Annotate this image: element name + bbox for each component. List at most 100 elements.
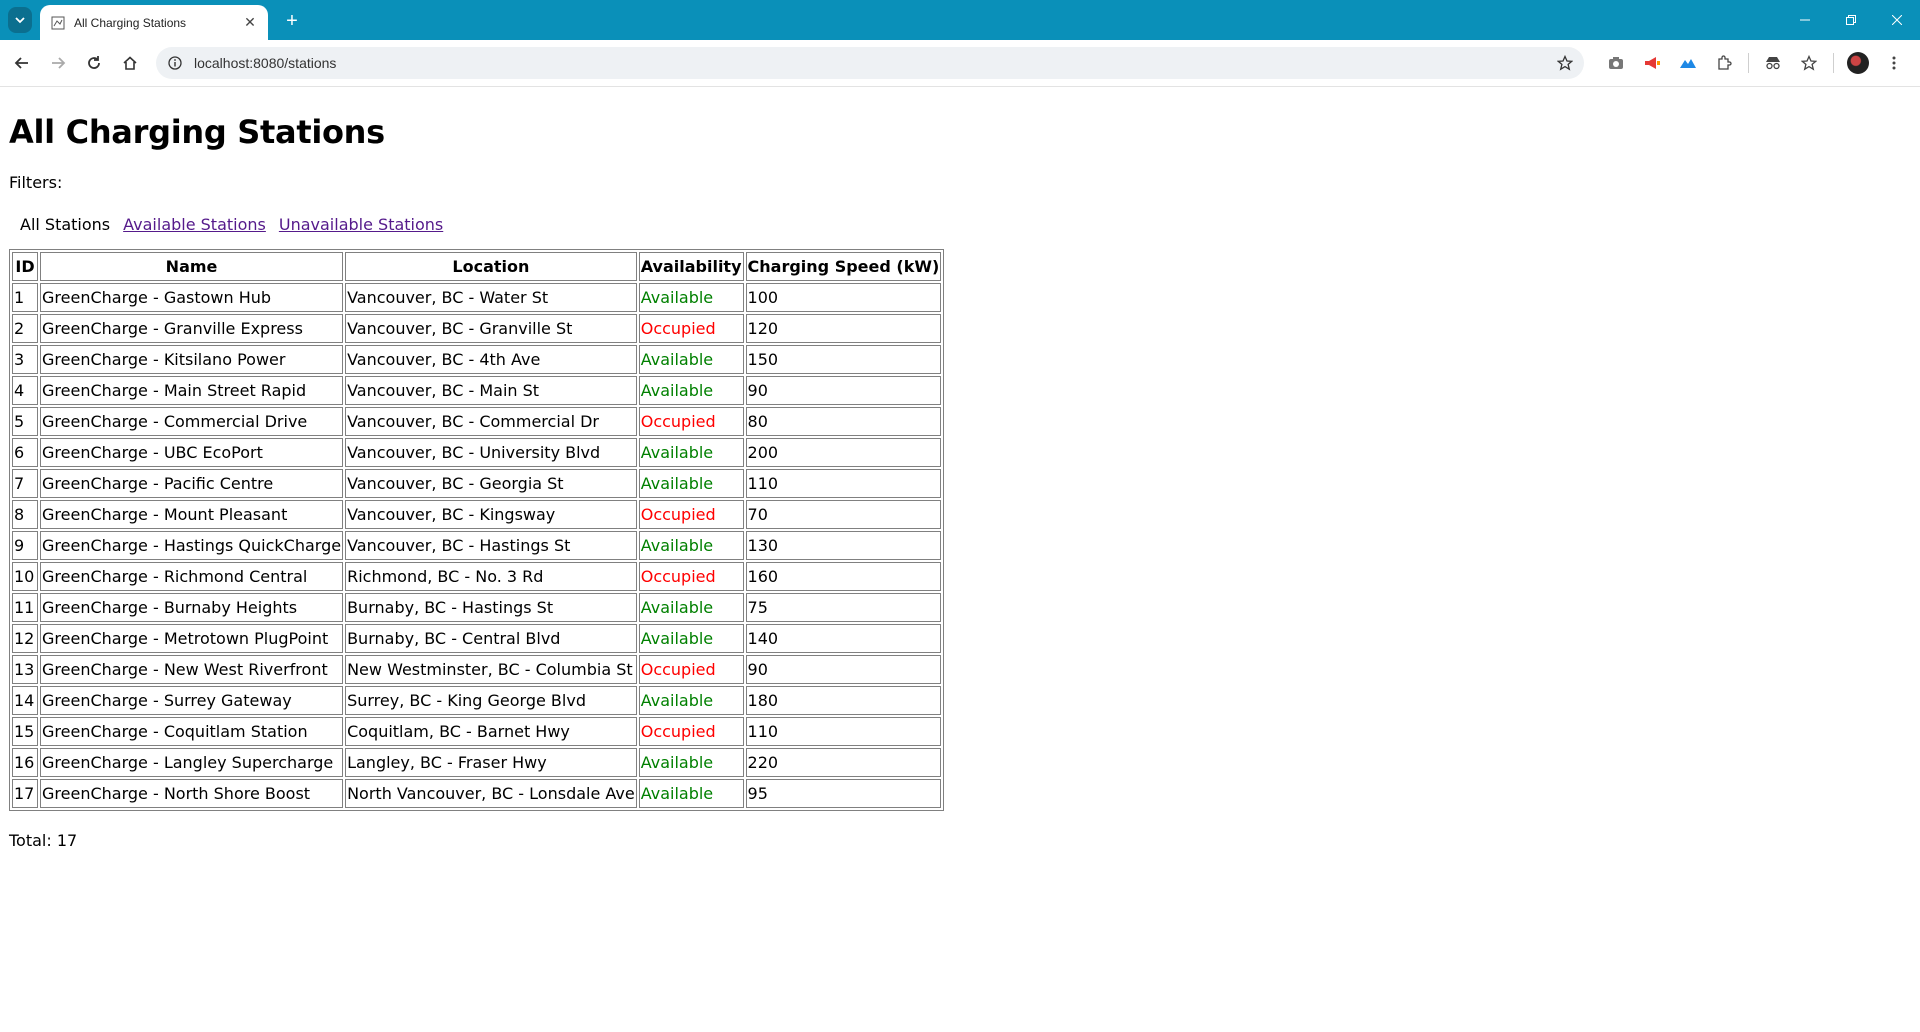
cell-name: GreenCharge - New West Riverfront [40,655,344,684]
table-row: 12 GreenCharge - Metrotown PlugPoint Burna… [12,624,942,653]
table-row: 1 GreenCharge - Gastown Hub Vancouver, BC … [12,283,942,312]
megaphone-icon[interactable] [1634,48,1670,78]
browser-menu-icon[interactable] [1876,48,1912,78]
cell-charging-speed: 220 [745,748,942,777]
cell-charging-speed: 180 [745,686,942,715]
cell-charging-speed: 140 [745,624,942,653]
cell-name: GreenCharge - Coquitlam Station [40,717,344,746]
cell-location: Vancouver, BC - Commercial Dr [345,407,637,436]
cell-id: 12 [12,624,38,653]
cell-availability: Available [638,438,744,467]
active-tab[interactable]: All Charging Stations ✕ [40,5,268,40]
back-arrow-icon [14,57,28,69]
forward-arrow-icon [52,57,66,69]
cell-name: GreenCharge - Burnaby Heights [40,593,344,622]
new-tab-button[interactable]: + [280,9,304,33]
home-button[interactable] [112,45,148,81]
avatar [1847,52,1869,74]
table-row: 6 GreenCharge - UBC EcoPort Vancouver, BC … [12,438,942,467]
cell-charging-speed: 130 [745,531,942,560]
browser-toolbar: localhost:8080/stations [0,40,1920,87]
address-bar[interactable]: localhost:8080/stations [156,47,1584,79]
filter-available-link[interactable]: Available Stations [123,214,266,236]
profile-avatar[interactable] [1840,48,1876,78]
table-row: 2 GreenCharge - Granville Express Vancouve… [12,314,942,343]
cell-charging-speed: 90 [745,376,942,405]
table-row: 8 GreenCharge - Mount Pleasant Vancouver, … [12,500,942,529]
cell-location: Vancouver, BC - Kingsway [345,500,637,529]
puzzle-extensions-icon[interactable] [1706,48,1742,78]
cell-id: 14 [12,686,38,715]
cell-location: Vancouver, BC - Granville St [345,314,637,343]
cell-name: GreenCharge - Richmond Central [40,562,344,591]
cell-location: Surrey, BC - King George Blvd [345,686,637,715]
cell-id: 15 [12,717,38,746]
cell-availability: Available [638,624,744,653]
cell-location: Vancouver, BC - Water St [345,283,637,312]
close-window-button[interactable] [1874,0,1920,40]
filter-links: All Stations Available Stations Unavaila… [9,214,1911,236]
reload-button[interactable] [76,45,112,81]
filter-unavailable-link[interactable]: Unavailable Stations [279,214,443,236]
cell-id: 13 [12,655,38,684]
incognito-icon[interactable] [1755,48,1791,78]
cell-availability: Occupied [638,500,744,529]
forward-button[interactable] [40,45,76,81]
table-row: 16 GreenCharge - Langley Supercharge Langl… [12,748,942,777]
cell-name: GreenCharge - Gastown Hub [40,283,344,312]
home-icon [123,56,137,70]
cell-charging-speed: 150 [745,345,942,374]
cell-charging-speed: 95 [745,779,942,808]
page-title: All Charging Stations [9,113,385,151]
site-info-icon[interactable] [166,54,184,72]
cell-charging-speed: 90 [745,655,942,684]
table-row: 9 GreenCharge - Hastings QuickCharge Vanco… [12,531,942,560]
filters-label: Filters: [9,173,63,192]
total-count: Total: 17 [9,831,78,850]
camera-icon[interactable] [1598,48,1634,78]
bookmark-star-icon[interactable] [1550,48,1580,78]
table-row: 5 GreenCharge - Commercial Drive Vancouver… [12,407,942,436]
tab-title: All Charging Stations [74,15,187,30]
stations-table: ID Name Location Availability Charging S… [9,249,945,811]
cell-charging-speed: 80 [745,407,942,436]
cell-charging-speed: 70 [745,500,942,529]
cell-charging-speed: 120 [745,314,942,343]
cell-charging-speed: 110 [745,469,942,498]
filter-all-stations: All Stations [20,215,111,234]
cell-availability: Available [638,593,744,622]
table-row: 7 GreenCharge - Pacific Centre Vancouver, … [12,469,942,498]
tab-search-button[interactable] [8,7,32,33]
cell-charging-speed: 100 [745,283,942,312]
header-name: Name [40,252,344,281]
cell-location: Burnaby, BC - Hastings St [345,593,637,622]
cell-id: 4 [12,376,38,405]
minimize-window-button[interactable] [1782,0,1828,40]
extensions-area [1598,48,1912,78]
cell-id: 11 [12,593,38,622]
cell-availability: Available [638,376,744,405]
cell-availability: Available [638,345,744,374]
cell-location: Vancouver, BC - University Blvd [345,438,637,467]
restore-window-button[interactable] [1828,0,1874,40]
browser-tab-strip: All Charging Stations ✕ + [0,0,1920,40]
page-content: All Charging Stations Filters: All Stati… [0,112,1920,850]
table-row: 11 GreenCharge - Burnaby Heights Burnaby, … [12,593,942,622]
close-tab-icon[interactable]: ✕ [240,13,260,33]
table-row: 10 GreenCharge - Richmond Central Richmond… [12,562,942,591]
cell-location: Richmond, BC - No. 3 Rd [345,562,637,591]
cell-id: 8 [12,500,38,529]
cell-name: GreenCharge - Main Street Rapid [40,376,344,405]
cell-charging-speed: 75 [745,593,942,622]
cell-charging-speed: 110 [745,717,942,746]
cloud-extension-icon[interactable] [1670,48,1706,78]
header-id: ID [12,252,38,281]
cell-availability: Occupied [638,407,744,436]
cell-availability: Available [638,283,744,312]
bookmarks-star-list-icon[interactable] [1791,48,1827,78]
header-availability: Availability [638,252,744,281]
header-charging-speed: Charging Speed (kW) [745,252,942,281]
back-button[interactable] [4,45,40,81]
cell-location: Langley, BC - Fraser Hwy [345,748,637,777]
cell-id: 7 [12,469,38,498]
